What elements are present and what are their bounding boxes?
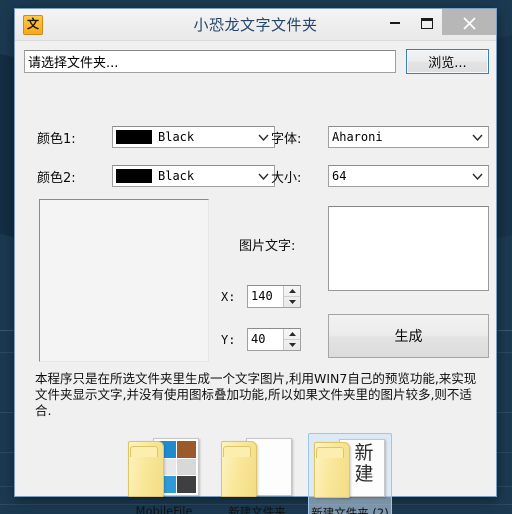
folder-text-preview: 新建 [354, 442, 374, 485]
color2-value: Black [158, 169, 195, 183]
image-text-label: 图片文字: [239, 239, 296, 254]
x-spinner-down[interactable] [284, 297, 300, 307]
color2-combobox[interactable]: Black [112, 165, 275, 187]
caret-down-icon [288, 300, 296, 304]
application-window: 文 小恐龙文字文件夹 浏览... 颜色1: Black [14, 8, 497, 514]
chevron-down-icon [472, 167, 483, 185]
close-icon [462, 17, 476, 30]
font-combobox[interactable]: Aharoni [328, 126, 489, 148]
folder-icon: 新建 [313, 437, 387, 501]
folder-label: MobileFile [135, 504, 193, 514]
folder-front [128, 441, 164, 497]
folder-path-input[interactable] [24, 50, 396, 73]
description-text: 本程序只是在所选文件夹里生成一个文字图片,利用WIN7自己的预览功能,来实现文件… [35, 371, 477, 418]
color2-label: 颜色2: [37, 171, 76, 186]
x-spinner-up[interactable] [284, 286, 300, 297]
color1-combobox[interactable]: Black [112, 126, 275, 148]
x-label: X: [221, 290, 236, 304]
chevron-down-icon [258, 128, 269, 146]
caret-down-icon [288, 343, 296, 347]
generate-button[interactable]: 生成 [328, 314, 489, 358]
folder-label: 新建文件夹 (2) [311, 506, 389, 514]
image-text-input[interactable] [328, 206, 489, 291]
y-spinner-up[interactable] [284, 329, 300, 340]
color1-value: Black [158, 130, 195, 144]
minimize-icon [390, 22, 400, 24]
font-label: 字体: [271, 132, 302, 147]
y-spinner-down[interactable] [284, 340, 300, 350]
browse-button[interactable]: 浏览... [406, 49, 489, 74]
folder-icon [220, 436, 294, 500]
tile [176, 458, 196, 476]
chevron-down-icon [472, 128, 483, 146]
size-combobox[interactable]: 64 [328, 165, 489, 187]
y-spinner[interactable]: 40 [247, 328, 301, 351]
folder-label: 新建文件夹 [228, 505, 286, 514]
folder-item-mobilefile[interactable]: MobileFile [122, 433, 206, 514]
color2-swatch [116, 169, 152, 183]
form-body: 浏览... 颜色1: Black 字体: Aharoni 颜色2: Black [15, 41, 496, 514]
size-label: 大小: [271, 171, 302, 186]
folder-front [314, 442, 350, 498]
chevron-down-icon [258, 167, 269, 185]
color1-label: 颜色1: [37, 132, 76, 147]
tile [176, 441, 196, 458]
folder-tab [130, 446, 158, 457]
title-bar[interactable]: 文 小恐龙文字文件夹 [15, 9, 496, 41]
folder-preview-strip: MobileFile 新建文件夹 新建 新建文件夹 (2) [122, 433, 392, 514]
tile [176, 476, 196, 493]
y-spinner-buttons[interactable] [283, 329, 300, 350]
maximize-icon [421, 18, 433, 29]
y-label: Y: [221, 333, 236, 347]
x-value: 140 [251, 289, 273, 303]
folder-tab [223, 446, 251, 457]
size-value: 64 [332, 169, 347, 183]
folder-tab [316, 447, 344, 458]
minimize-button[interactable] [380, 9, 410, 33]
y-value: 40 [251, 332, 266, 346]
close-button[interactable] [442, 9, 496, 35]
folder-item-new-folder-2[interactable]: 新建 新建文件夹 (2) [308, 433, 392, 514]
image-preview-panel [39, 199, 209, 362]
folder-icon [127, 436, 201, 500]
color1-swatch [116, 130, 152, 144]
x-spinner-buttons[interactable] [283, 286, 300, 307]
font-value: Aharoni [332, 130, 383, 144]
caret-up-icon [288, 332, 296, 336]
folder-front [221, 441, 257, 497]
caret-up-icon [288, 289, 296, 293]
folder-item-new-folder[interactable]: 新建文件夹 [215, 433, 299, 514]
maximize-button[interactable] [412, 9, 442, 33]
x-spinner[interactable]: 140 [247, 285, 301, 308]
